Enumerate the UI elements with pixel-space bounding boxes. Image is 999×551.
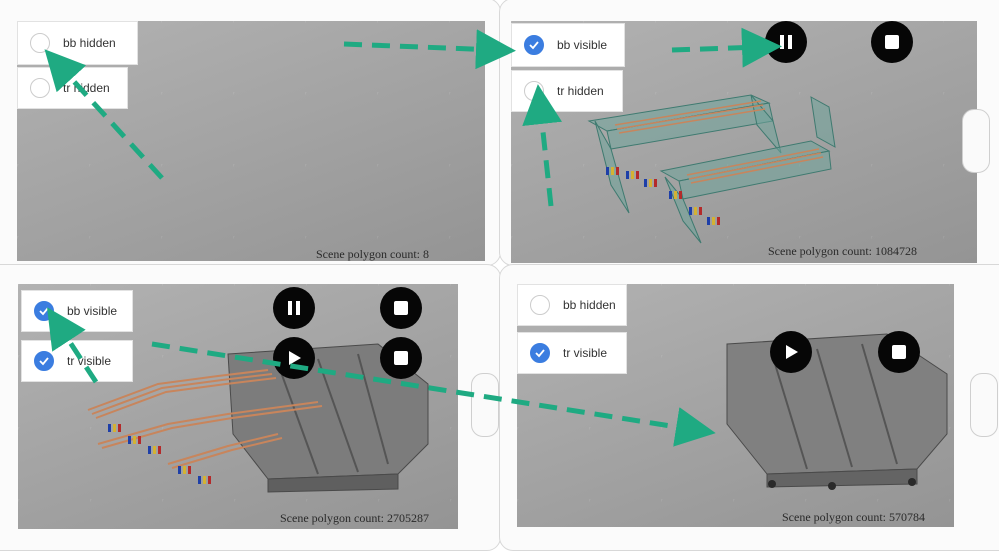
polygon-count: Scene polygon count: 2705287	[280, 511, 429, 525]
checkbox-circle-icon	[524, 81, 544, 101]
phone-frame-2: bb visible tr hidden Scene polygon count…	[499, 0, 999, 266]
viewport-3[interactable]: bb visible tr visible Scene polygon coun…	[18, 284, 458, 529]
stop-button[interactable]	[380, 287, 422, 329]
viewport-1[interactable]: bb hidden tr hidden Scene polygon count:…	[17, 21, 485, 261]
checkbox-circle-icon	[30, 33, 50, 53]
checkbox-checked-icon	[34, 351, 54, 371]
polygon-count: Scene polygon count: 8	[316, 247, 429, 261]
home-button[interactable]	[471, 373, 499, 437]
tr-toggle[interactable]: tr visible	[517, 332, 627, 374]
checkbox-checked-icon	[524, 35, 544, 55]
pause-icon	[288, 301, 300, 315]
pause-button[interactable]	[273, 287, 315, 329]
toggle-label: tr visible	[67, 354, 112, 368]
pause-icon	[780, 35, 792, 49]
viewport-2[interactable]: bb visible tr hidden Scene polygon count…	[511, 21, 977, 263]
checkbox-checked-icon	[530, 343, 550, 363]
pause-button[interactable]	[765, 21, 807, 63]
toggle-label: bb hidden	[63, 36, 116, 50]
polygon-count: Scene polygon count: 570784	[782, 510, 925, 524]
phone-frame-1: bb hidden tr hidden Scene polygon count:…	[0, 0, 501, 266]
stop-button[interactable]	[871, 21, 913, 63]
stop-icon	[394, 301, 408, 315]
checkbox-checked-icon	[34, 301, 54, 321]
stop-icon	[394, 351, 408, 365]
phone-frame-4: bb hidden tr visible Scene polygon count…	[499, 264, 999, 551]
play-icon	[786, 345, 798, 359]
bb-toggle[interactable]: bb hidden	[17, 21, 138, 65]
tr-toggle[interactable]: tr hidden	[511, 70, 623, 112]
play-button[interactable]	[273, 337, 315, 379]
toggle-label: tr hidden	[63, 81, 110, 95]
phone-frame-3: bb visible tr visible Scene polygon coun…	[0, 264, 501, 551]
toggle-label: bb visible	[67, 304, 118, 318]
bb-toggle[interactable]: bb hidden	[517, 284, 627, 326]
checkbox-circle-icon	[530, 295, 550, 315]
polygon-count: Scene polygon count: 1084728	[768, 244, 917, 258]
home-button[interactable]	[970, 373, 998, 437]
toggle-label: tr visible	[563, 346, 608, 360]
home-button[interactable]	[962, 109, 990, 173]
stop-button[interactable]	[380, 337, 422, 379]
checkbox-circle-icon	[30, 78, 50, 98]
toggle-label: tr hidden	[557, 84, 604, 98]
tr-toggle[interactable]: tr hidden	[17, 67, 128, 109]
stop-button[interactable]	[878, 331, 920, 373]
tr-toggle[interactable]: tr visible	[21, 340, 133, 382]
bb-toggle[interactable]: bb visible	[21, 290, 133, 332]
toggle-label: bb visible	[557, 38, 608, 52]
play-icon	[289, 351, 301, 365]
play-button[interactable]	[770, 331, 812, 373]
toggle-label: bb hidden	[563, 298, 616, 312]
stop-icon	[885, 35, 899, 49]
stop-icon	[892, 345, 906, 359]
bb-toggle[interactable]: bb visible	[511, 23, 625, 67]
viewport-4[interactable]: bb hidden tr visible Scene polygon count…	[517, 284, 954, 527]
